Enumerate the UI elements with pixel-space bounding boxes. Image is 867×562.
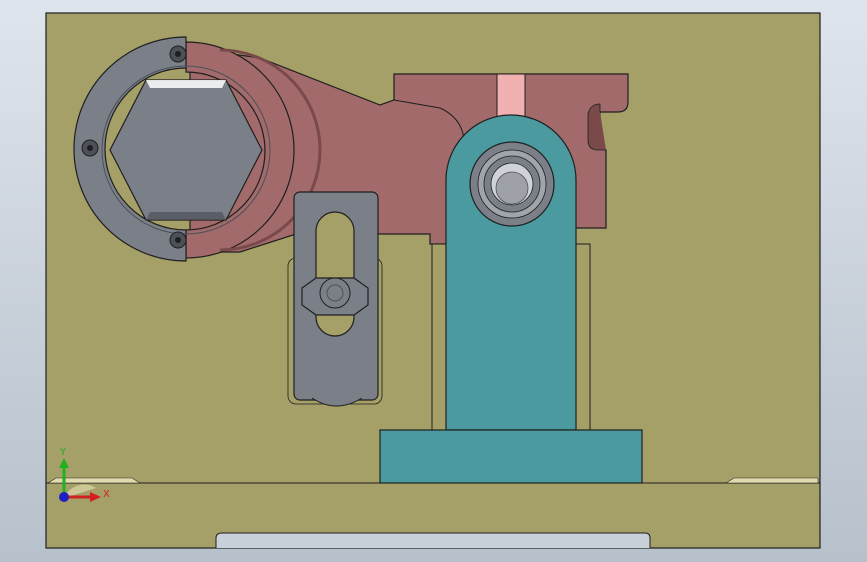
screw-top [169,45,187,63]
cad-assembly-view[interactable]: Y X [0,0,867,562]
screw-bottom [169,231,187,249]
triad-y-label: Y [59,447,67,458]
z-axis-dot-icon [59,492,69,502]
cad-graphics-viewport[interactable]: Y X [0,0,867,562]
hex-nut[interactable] [301,277,369,316]
pivot-bearing[interactable] [469,141,555,227]
triad-x-label: X [103,489,110,500]
screw-left [81,139,99,157]
